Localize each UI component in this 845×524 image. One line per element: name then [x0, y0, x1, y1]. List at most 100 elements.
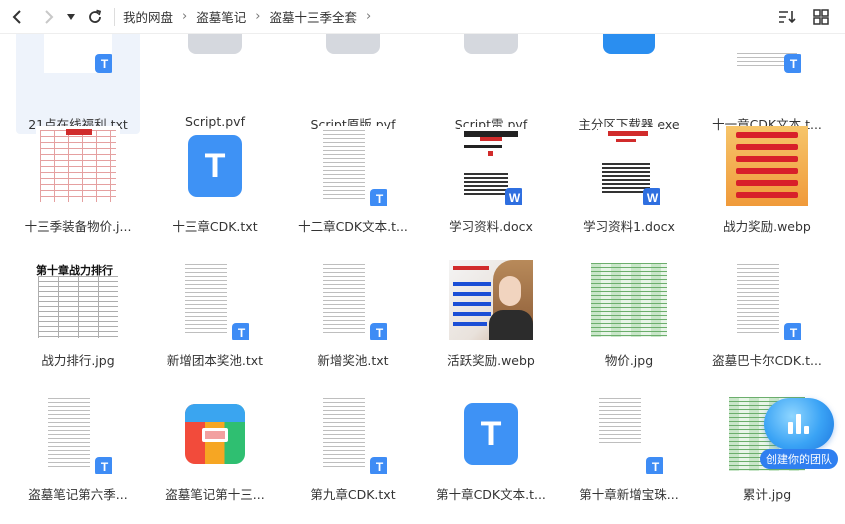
file-item[interactable]: 活跃奖励.webp	[429, 254, 553, 382]
file-name: 十二章CDK文本.t...	[298, 219, 408, 234]
file-item[interactable]: W 学习资料.docx	[429, 120, 553, 248]
pvf-file-icon	[464, 34, 518, 54]
file-item[interactable]: T 第九章CDK.txt	[291, 388, 415, 516]
file-name: 累计.jpg	[742, 487, 792, 502]
breadcrumb-item-root[interactable]: 我的网盘	[123, 7, 173, 26]
file-item[interactable]: T 十三章CDK.txt	[153, 120, 277, 248]
file-name: 战力奖励.webp	[723, 219, 811, 234]
txt-thumbnail: T	[733, 34, 801, 73]
toolbar-divider	[114, 7, 115, 26]
archive-file-icon	[185, 404, 245, 464]
file-name: 盗墓笔记第六季...	[28, 487, 128, 502]
txt-thumbnail: T	[319, 394, 387, 474]
docx-thumbnail: W	[460, 127, 522, 205]
pvf-file-icon	[326, 34, 380, 54]
chevron-right-icon	[45, 9, 54, 24]
txt-badge-icon: T	[646, 457, 663, 474]
file-name: 第十章新增宝珠...	[579, 487, 679, 502]
file-item[interactable]: T 十一章CDK文本.t...	[705, 34, 829, 134]
file-name: 十三章CDK.txt	[172, 219, 258, 234]
grid-view-icon	[813, 9, 829, 25]
refresh-button[interactable]	[82, 4, 108, 30]
txt-badge-icon: T	[232, 323, 249, 340]
docx-thumbnail: W	[598, 127, 660, 205]
file-name: 新增团本奖池.txt	[166, 353, 264, 368]
file-item[interactable]: T 盗墓巴卡尔CDK.t...	[705, 254, 829, 382]
file-name: 战力排行.jpg	[41, 353, 115, 368]
txt-badge-icon: T	[95, 457, 112, 474]
file-item[interactable]: 盗墓笔记第十三...	[153, 388, 277, 516]
chevron-left-icon	[12, 9, 21, 24]
view-mode-button[interactable]	[811, 7, 831, 27]
file-item[interactable]: 第十章战力排行 战力排行.jpg	[16, 254, 140, 382]
file-name: 盗墓笔记第十三...	[165, 487, 265, 502]
create-team-widget[interactable]: 创建你的团队	[758, 392, 840, 472]
txt-badge-icon: T	[95, 54, 112, 73]
txt-badge-icon: T	[370, 457, 387, 474]
file-item[interactable]: 战力奖励.webp	[705, 120, 829, 248]
breadcrumb-item-current[interactable]: 盗墓十三季全套	[269, 7, 357, 26]
txt-thumbnail: T	[595, 394, 663, 474]
breadcrumb-separator-icon: ›	[365, 9, 372, 24]
txt-thumbnail: T	[319, 260, 387, 340]
file-item[interactable]: T 十二章CDK文本.t...	[291, 120, 415, 248]
forward-button[interactable]	[36, 4, 62, 30]
file-name: 新增奖池.txt	[317, 353, 389, 368]
toolbar: 我的网盘 › 盗墓笔记 › 盗墓十三季全套 ›	[0, 0, 845, 34]
file-item[interactable]: T 21点在线福利.txt	[16, 34, 140, 134]
word-badge-icon: W	[643, 188, 660, 205]
file-name: 物价.jpg	[604, 353, 654, 368]
txt-thumbnail: T	[44, 394, 112, 474]
file-item[interactable]: W 学习资料1.docx	[567, 120, 691, 248]
txt-badge-icon: T	[784, 54, 801, 73]
caret-down-icon	[67, 13, 75, 20]
txt-thumbnail: T	[181, 260, 249, 340]
file-item[interactable]: T 第十章CDK文本.t...	[429, 388, 553, 516]
breadcrumb-item-folder[interactable]: 盗墓笔记	[196, 7, 246, 26]
txt-thumbnail: T	[44, 34, 112, 73]
file-item[interactable]: T 第十章新增宝珠...	[567, 388, 691, 516]
txt-thumbnail: T	[733, 260, 801, 340]
file-name: 盗墓巴卡尔CDK.t...	[712, 353, 822, 368]
image-thumbnail	[726, 126, 808, 206]
txt-badge-icon: T	[370, 189, 387, 206]
txt-file-icon: T	[188, 135, 242, 197]
file-name: 第九章CDK.txt	[310, 487, 396, 502]
txt-thumbnail: T	[319, 126, 387, 206]
txt-badge-icon: T	[370, 323, 387, 340]
file-name: 学习资料1.docx	[583, 219, 675, 234]
file-name: 学习资料.docx	[449, 219, 533, 234]
image-thumbnail	[36, 126, 120, 206]
back-button[interactable]	[4, 4, 30, 30]
breadcrumb: 我的网盘 › 盗墓笔记 › 盗墓十三季全套 ›	[123, 7, 380, 26]
team-chart-icon	[788, 412, 810, 434]
file-name: 第十章CDK文本.t...	[436, 487, 546, 502]
file-item[interactable]: T 新增奖池.txt	[291, 254, 415, 382]
file-item[interactable]: Script原版.pvf	[291, 34, 415, 134]
create-team-label: 创建你的团队	[760, 449, 838, 469]
word-badge-icon: W	[505, 188, 522, 205]
refresh-icon	[89, 9, 102, 23]
sort-button[interactable]	[777, 7, 797, 27]
file-item[interactable]: T 新增团本奖池.txt	[153, 254, 277, 382]
txt-file-icon: T	[464, 403, 518, 465]
file-grid: T 21点在线福利.txt Script.pvf Script原版.pvf Sc…	[0, 34, 845, 524]
file-name: 十三季装备物价.j...	[24, 219, 132, 234]
file-item[interactable]: T 盗墓笔记第六季...	[16, 388, 140, 516]
file-item[interactable]: Script.pvf	[153, 34, 277, 134]
sort-icon	[779, 11, 796, 24]
image-thumbnail: 第十章战力排行	[36, 260, 120, 340]
file-item[interactable]: 物价.jpg	[567, 254, 691, 382]
file-name: 活跃奖励.webp	[447, 353, 535, 368]
txt-badge-icon: T	[784, 323, 801, 340]
image-thumbnail	[449, 260, 533, 340]
file-item[interactable]: 主分区下载器.exe	[567, 34, 691, 134]
pvf-file-icon	[188, 34, 242, 54]
file-item[interactable]: 十三季装备物价.j...	[16, 120, 140, 248]
file-item[interactable]: Script雷.pvf	[429, 34, 553, 134]
image-thumbnail	[588, 260, 670, 340]
breadcrumb-separator-icon: ›	[255, 9, 261, 24]
history-dropdown-button[interactable]	[62, 4, 80, 30]
breadcrumb-separator-icon: ›	[182, 9, 188, 24]
exe-file-icon	[603, 34, 655, 54]
